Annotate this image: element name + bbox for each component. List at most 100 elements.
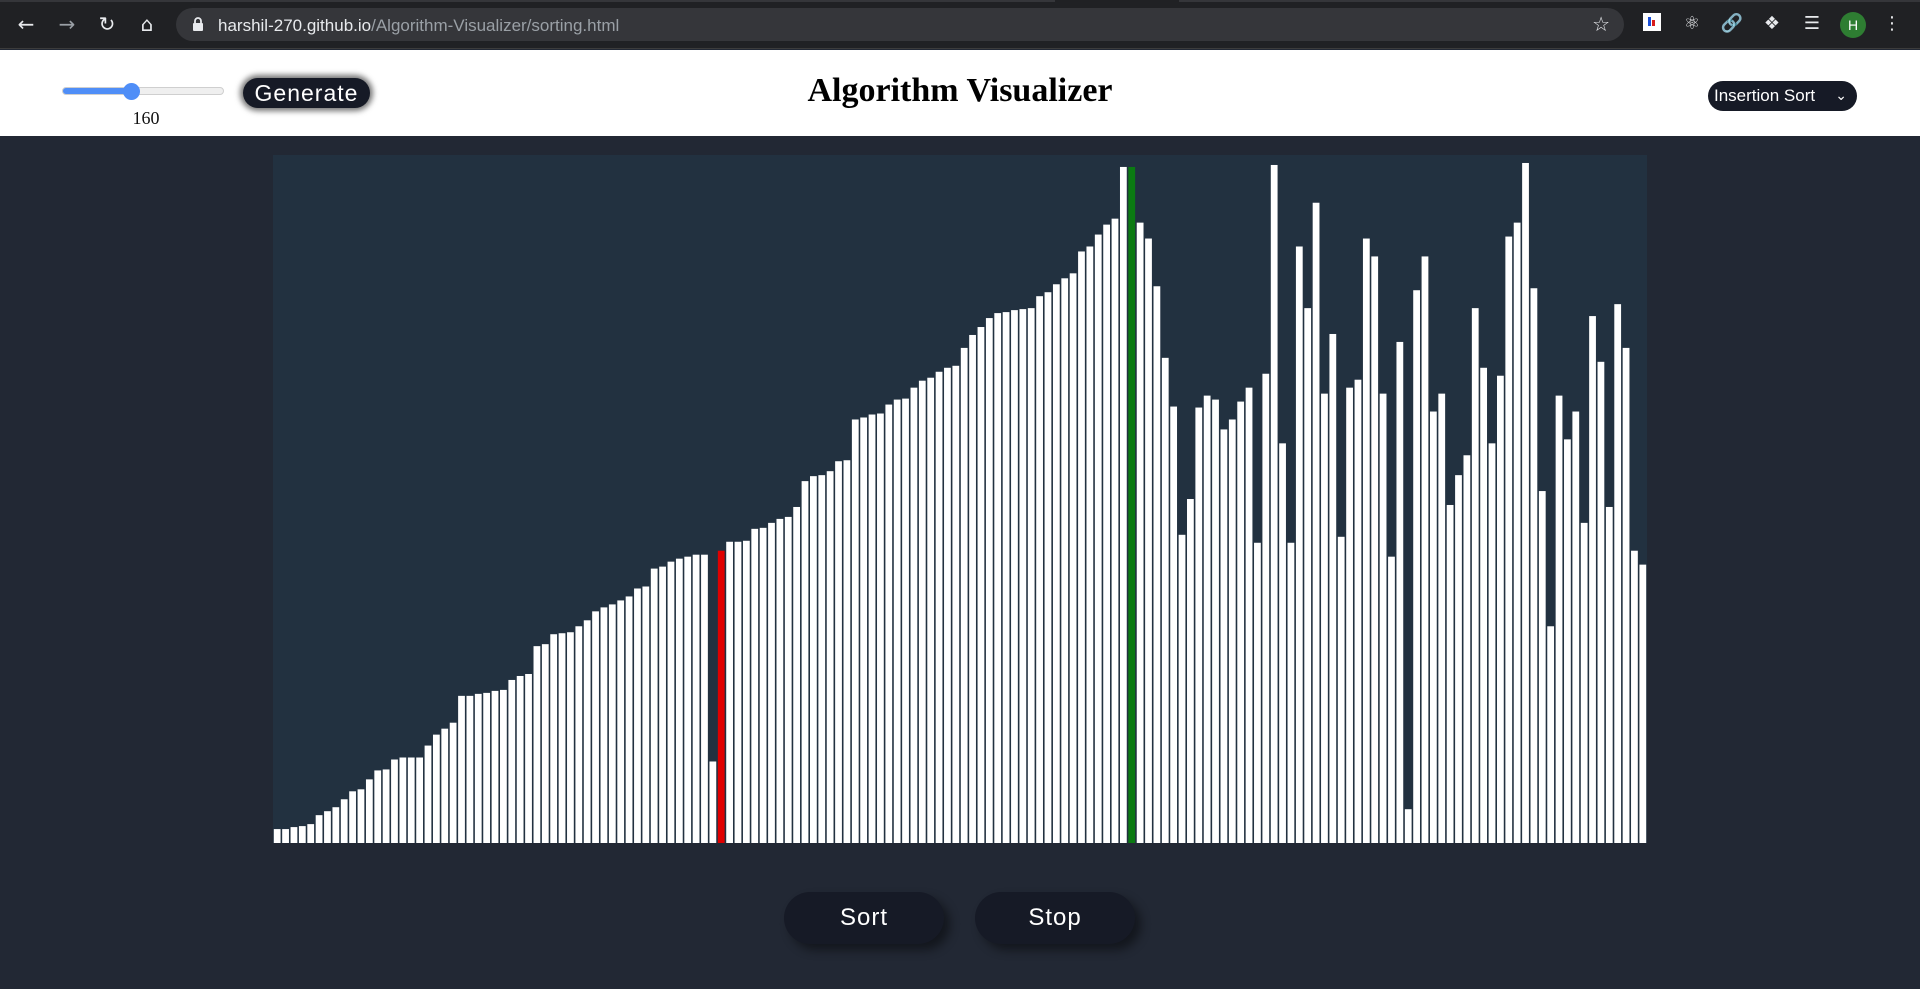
- page-title: Algorithm Visualizer: [807, 72, 1113, 109]
- bar: [1455, 475, 1462, 843]
- bar: [969, 334, 976, 843]
- sort-button[interactable]: Sort: [784, 892, 944, 944]
- bar: [994, 313, 1002, 843]
- bar: [768, 522, 775, 843]
- bar: [902, 398, 909, 843]
- algorithm-select-value: Insertion Sort: [1714, 86, 1816, 105]
- bar: [1103, 224, 1111, 843]
- bar: [944, 367, 951, 843]
- bar: [1078, 251, 1085, 843]
- bar: [592, 611, 599, 843]
- bar: [449, 722, 457, 843]
- bar: [1463, 455, 1471, 843]
- bar: [500, 689, 507, 843]
- bar: [1580, 522, 1588, 843]
- algorithm-select[interactable]: Insertion Sort ⌄: [1708, 81, 1857, 111]
- bar: [1069, 273, 1077, 843]
- bar: [1446, 504, 1454, 843]
- bar: [1312, 202, 1320, 843]
- bar: [726, 541, 733, 843]
- bar: [1605, 506, 1613, 843]
- bar: [634, 588, 641, 843]
- bar: [1379, 393, 1387, 843]
- bar: [1002, 312, 1010, 843]
- bar: [810, 476, 817, 843]
- bar: [759, 527, 767, 843]
- bar: [1145, 238, 1152, 843]
- bar: [1547, 626, 1555, 843]
- bar: [1555, 395, 1563, 843]
- bar: [340, 799, 348, 843]
- bar: [1086, 246, 1094, 843]
- bar: [1396, 341, 1404, 843]
- bar: [567, 632, 574, 843]
- bar: [290, 827, 298, 843]
- bar: [441, 728, 449, 843]
- bar-current: [1128, 166, 1136, 843]
- extension-icon[interactable]: [1640, 12, 1664, 36]
- bar: [801, 481, 809, 843]
- bar: [952, 365, 960, 843]
- bar: [1019, 309, 1027, 843]
- bar: [1513, 222, 1521, 843]
- bar-compare: [717, 550, 725, 843]
- puzzle-icon[interactable]: ❖: [1760, 12, 1784, 36]
- bar: [1228, 419, 1236, 843]
- bar: [1321, 393, 1328, 843]
- avatar[interactable]: H: [1840, 12, 1866, 38]
- bar: [650, 568, 658, 843]
- bar: [1371, 256, 1379, 843]
- bar: [893, 399, 901, 843]
- bar: [1245, 387, 1253, 843]
- bar: [692, 554, 700, 843]
- home-icon[interactable]: ⌂: [134, 11, 160, 37]
- bar: [466, 695, 474, 843]
- menu-icon[interactable]: ⋮: [1880, 12, 1904, 36]
- bar: [382, 769, 390, 843]
- bar: [701, 554, 708, 843]
- address-bar[interactable]: harshil-270.github.io/Algorithm-Visualiz…: [176, 8, 1624, 41]
- bar: [1287, 542, 1295, 843]
- bar: [1404, 809, 1412, 843]
- bar: [1094, 234, 1102, 843]
- bar: [324, 811, 331, 843]
- bar: [1279, 443, 1286, 843]
- bar: [349, 791, 356, 843]
- stop-button[interactable]: Stop: [975, 892, 1135, 944]
- tab-strip: [0, 0, 1920, 2]
- link-icon[interactable]: 🔗: [1720, 12, 1744, 36]
- bar: [1237, 401, 1245, 843]
- bar: [1530, 288, 1538, 843]
- bar: [910, 387, 918, 843]
- bar: [1119, 166, 1127, 843]
- bar: [1262, 373, 1270, 843]
- star-icon[interactable]: ☆: [1592, 12, 1610, 36]
- bar: [1471, 308, 1479, 843]
- bar: [1505, 236, 1513, 843]
- bar: [1061, 278, 1069, 843]
- bar: [458, 695, 465, 843]
- bar: [474, 693, 482, 843]
- bar: [885, 404, 893, 843]
- bar: [1497, 375, 1504, 843]
- media-icon[interactable]: ☰: [1800, 12, 1824, 36]
- lock-icon: [193, 17, 203, 31]
- bar: [491, 690, 499, 843]
- bar: [416, 757, 424, 843]
- bar: [1011, 310, 1018, 843]
- bar: [533, 646, 541, 843]
- back-icon[interactable]: ←: [13, 11, 39, 37]
- bar: [273, 829, 281, 843]
- bar: [1220, 429, 1228, 843]
- react-devtools-icon[interactable]: ⚛: [1680, 12, 1704, 36]
- bar: [424, 745, 432, 843]
- reload-icon[interactable]: ↻: [94, 11, 120, 37]
- forward-icon[interactable]: →: [54, 11, 80, 37]
- bar: [1614, 304, 1622, 843]
- bar: [1480, 367, 1488, 843]
- bar: [1622, 347, 1630, 843]
- bar: [1153, 286, 1161, 843]
- bar: [307, 824, 315, 843]
- bar: [843, 460, 851, 843]
- bar: [1187, 499, 1194, 843]
